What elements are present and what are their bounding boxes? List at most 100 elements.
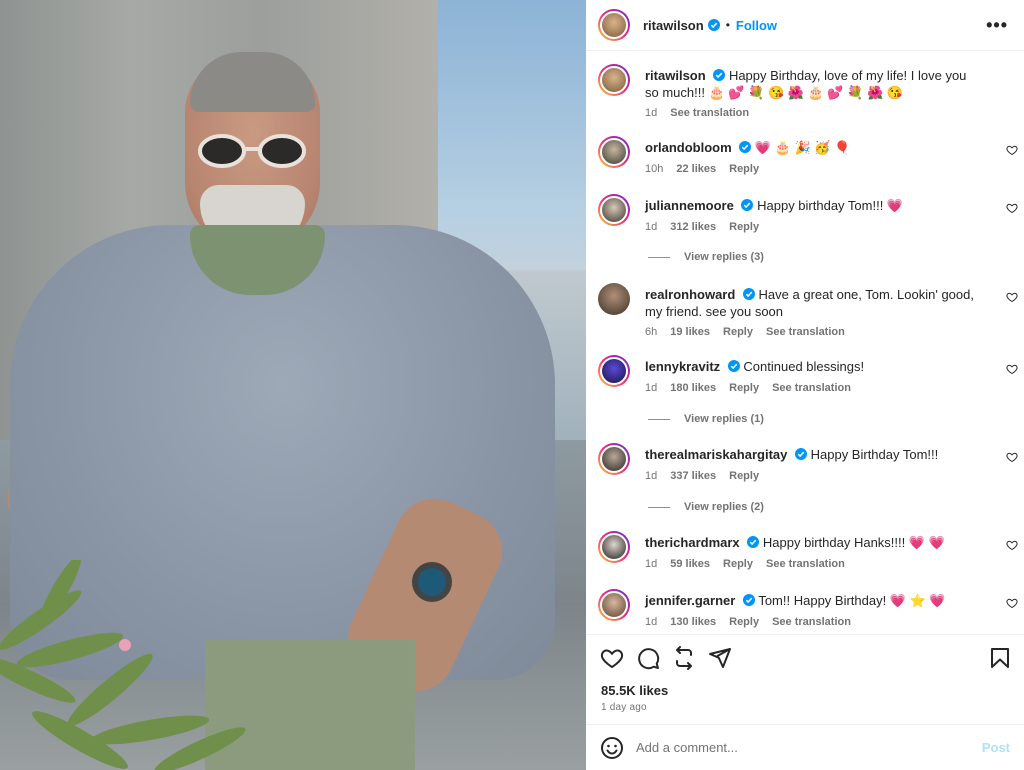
avatar[interactable] <box>598 64 630 96</box>
comment-meta: 6h 19 likes Reply See translation <box>645 326 845 338</box>
watch <box>412 562 452 602</box>
view-replies-label[interactable]: View replies (3) <box>684 251 764 263</box>
heart-icon[interactable] <box>1006 539 1018 551</box>
comment-username[interactable]: therichardmarx <box>645 535 740 550</box>
likes-count[interactable]: 19 likes <box>670 326 710 338</box>
timestamp[interactable]: 1d <box>645 470 657 482</box>
comment-username[interactable]: jennifer.garner <box>645 593 735 608</box>
comment-input[interactable] <box>636 740 982 755</box>
comment-body: Happy birthday Hanks!!!! 💗 💗 <box>762 535 945 550</box>
likes-count[interactable]: 85.5K likes <box>601 683 668 698</box>
avatar[interactable] <box>598 589 630 621</box>
reply-button[interactable]: Reply <box>723 558 753 570</box>
timestamp[interactable]: 1d <box>645 382 657 394</box>
post-header: ritawilson • Follow ••• <box>586 0 1024 51</box>
see-translation-link[interactable]: See translation <box>772 382 851 394</box>
verified-badge-icon <box>742 594 755 606</box>
likes-count[interactable]: 180 likes <box>670 382 716 394</box>
verified-badge-icon <box>741 199 754 211</box>
bookmark-icon[interactable] <box>988 646 1012 670</box>
comment-body: Happy Birthday Tom!!! <box>810 447 939 462</box>
share-icon[interactable] <box>708 646 732 670</box>
comment-text: jennifer.garner Tom!! Happy Birthday! 💗 … <box>645 592 975 609</box>
comment-icon[interactable] <box>636 646 660 670</box>
view-replies-label[interactable]: View replies (2) <box>684 501 764 513</box>
verified-badge-icon <box>727 360 740 372</box>
heart-icon[interactable] <box>1006 202 1018 214</box>
reply-button[interactable]: Reply <box>729 470 759 482</box>
timestamp[interactable]: 10h <box>645 163 663 175</box>
comment-username[interactable]: realronhoward <box>645 287 735 302</box>
comment-meta: 1d 130 likes Reply See translation <box>645 616 851 628</box>
avatar[interactable] <box>598 9 630 41</box>
heart-icon[interactable] <box>1006 597 1018 609</box>
avatar[interactable] <box>598 136 630 168</box>
action-icons <box>600 645 1012 671</box>
sunglasses <box>198 134 306 168</box>
reply-button[interactable]: Reply <box>723 326 753 338</box>
likes-count[interactable]: 130 likes <box>670 616 716 628</box>
likes-count[interactable]: 312 likes <box>670 221 716 233</box>
post-button[interactable]: Post <box>982 740 1010 755</box>
comment-body: Tom!! Happy Birthday! 💗 ⭐ 💗 <box>758 593 946 608</box>
see-translation-link[interactable]: See translation <box>766 558 845 570</box>
see-translation-link[interactable]: See translation <box>766 326 845 338</box>
post-photo[interactable] <box>0 0 586 770</box>
timestamp[interactable]: 6h <box>645 326 657 338</box>
divider <box>648 418 670 420</box>
divider <box>648 256 670 258</box>
post-actions: 85.5K likes 1 day ago <box>586 634 1024 724</box>
likes-count[interactable]: 337 likes <box>670 470 716 482</box>
comment-meta: 1d 312 likes Reply <box>645 221 759 233</box>
follow-button[interactable]: Follow <box>736 18 777 33</box>
avatar[interactable] <box>598 283 630 315</box>
repost-icon[interactable] <box>672 646 696 670</box>
avatar[interactable] <box>598 194 630 226</box>
more-options-icon[interactable]: ••• <box>986 15 1008 36</box>
see-translation-link[interactable]: See translation <box>772 616 851 628</box>
comments-list[interactable]: ritawilson Happy Birthday, love of my li… <box>586 52 1024 634</box>
verified-badge-icon <box>794 448 807 460</box>
reply-button[interactable]: Reply <box>729 163 759 175</box>
view-replies-button[interactable]: View replies (3) <box>648 251 764 263</box>
comment-username[interactable]: lennykravitz <box>645 359 720 374</box>
comment-text: juliannemoore Happy birthday Tom!!! 💗 <box>645 197 975 214</box>
comment-text: therealmariskahargitay Happy Birthday To… <box>645 446 975 463</box>
comment-username[interactable]: orlandobloom <box>645 140 732 155</box>
reply-button[interactable]: Reply <box>729 221 759 233</box>
see-translation-link[interactable]: See translation <box>670 107 749 119</box>
verified-badge-icon <box>739 141 752 153</box>
verified-badge-icon <box>747 536 760 548</box>
timestamp[interactable]: 1d <box>645 107 657 119</box>
comment-username[interactable]: therealmariskahargitay <box>645 447 787 462</box>
post-date[interactable]: 1 day ago <box>601 702 647 713</box>
likes-count[interactable]: 59 likes <box>670 558 710 570</box>
caption-text: ritawilson Happy Birthday, love of my li… <box>645 67 975 101</box>
comment-text: realronhoward Have a great one, Tom. Loo… <box>645 286 975 320</box>
timestamp[interactable]: 1d <box>645 221 657 233</box>
avatar[interactable] <box>598 443 630 475</box>
avatar[interactable] <box>598 531 630 563</box>
reply-button[interactable]: Reply <box>729 616 759 628</box>
heart-icon[interactable] <box>1006 363 1018 375</box>
heart-icon[interactable] <box>1006 291 1018 303</box>
view-replies-label[interactable]: View replies (1) <box>684 413 764 425</box>
heart-icon[interactable] <box>1006 451 1018 463</box>
divider <box>648 506 670 508</box>
comment-text: therichardmarx Happy birthday Hanks!!!! … <box>645 534 975 551</box>
caption-username[interactable]: ritawilson <box>645 68 706 83</box>
likes-count[interactable]: 22 likes <box>676 163 716 175</box>
timestamp[interactable]: 1d <box>645 616 657 628</box>
reply-button[interactable]: Reply <box>729 382 759 394</box>
view-replies-button[interactable]: View replies (1) <box>648 413 764 425</box>
avatar[interactable] <box>598 355 630 387</box>
comment-username[interactable]: juliannemoore <box>645 198 734 213</box>
comment-meta: 10h 22 likes Reply <box>645 163 759 175</box>
heart-icon[interactable] <box>600 646 624 670</box>
emoji-icon[interactable] <box>600 736 624 760</box>
timestamp[interactable]: 1d <box>645 558 657 570</box>
header-username[interactable]: ritawilson <box>643 18 704 33</box>
view-replies-button[interactable]: View replies (2) <box>648 501 764 513</box>
heart-icon[interactable] <box>1006 144 1018 156</box>
separator: • <box>725 18 730 32</box>
